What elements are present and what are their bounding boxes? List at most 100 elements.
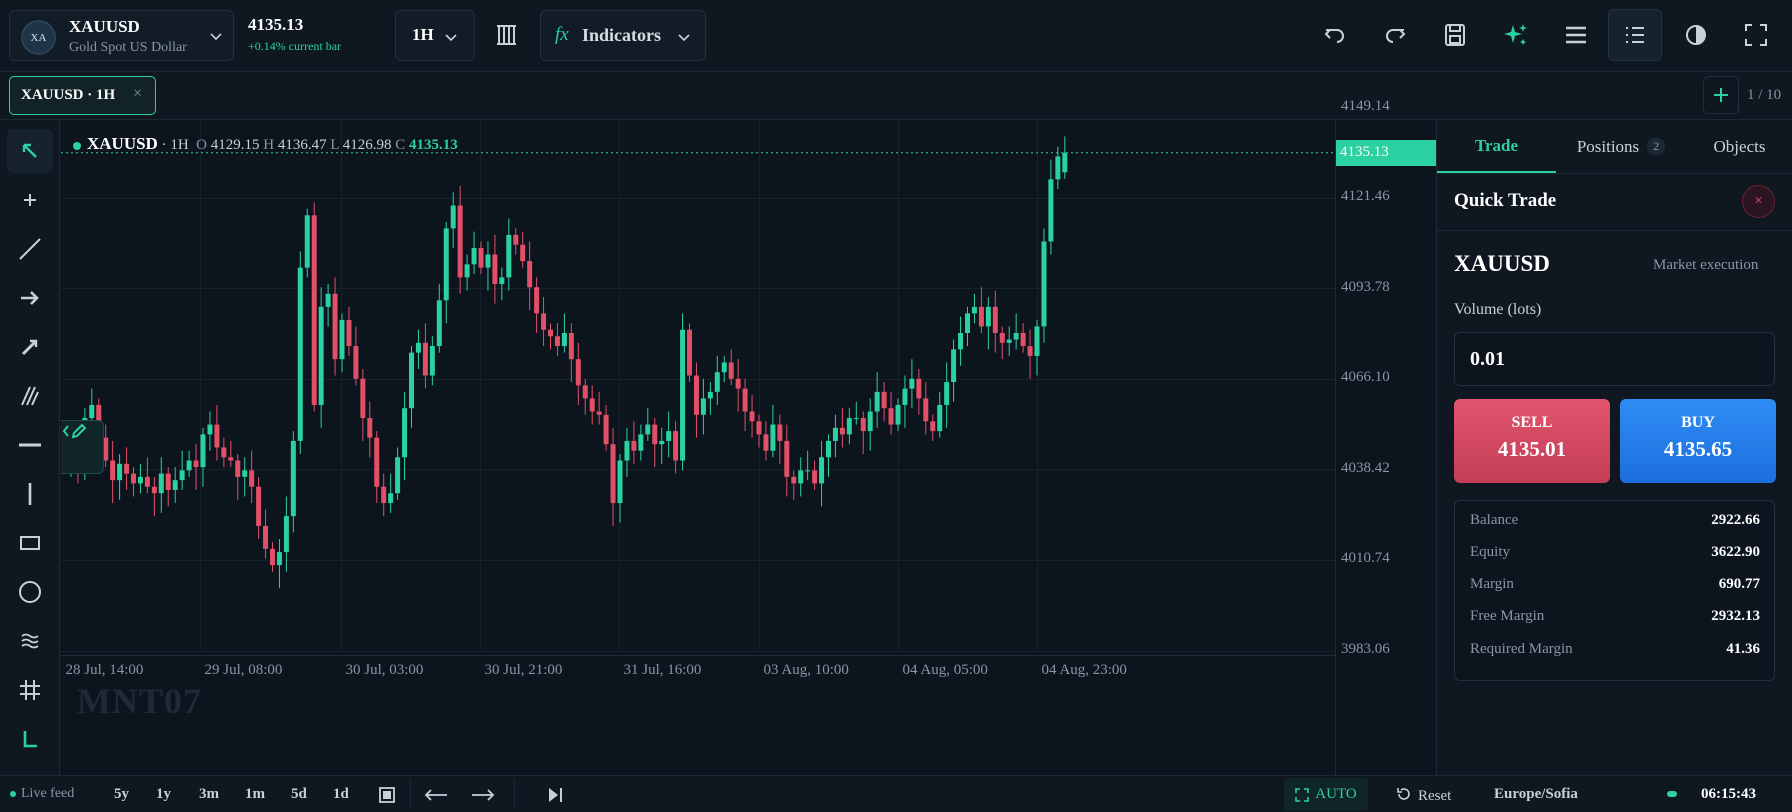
candle-body bbox=[144, 476, 150, 487]
buy-label: BUY bbox=[1681, 414, 1715, 431]
arrow-icon[interactable] bbox=[7, 276, 53, 320]
timezone-selector[interactable]: Europe/Sofia bbox=[1494, 786, 1578, 803]
candle-body bbox=[888, 408, 894, 425]
chevron-down-icon bbox=[445, 34, 457, 42]
symbol-avatar: XA bbox=[21, 20, 56, 55]
indicators-button[interactable]: fx Indicators bbox=[540, 10, 706, 61]
candle-body bbox=[687, 329, 692, 376]
candle-body bbox=[89, 404, 95, 419]
grid-icon[interactable] bbox=[7, 668, 53, 712]
candle-body bbox=[193, 460, 199, 468]
account-row-equity: Equity 3622.90 bbox=[1470, 544, 1760, 568]
candle-body bbox=[895, 404, 901, 425]
symbol-selector[interactable]: XA XAUUSD Gold Spot US Dollar bbox=[9, 10, 234, 61]
candle-body bbox=[339, 319, 345, 360]
list-icon[interactable] bbox=[1608, 9, 1662, 61]
add-tab-button[interactable] bbox=[1703, 76, 1739, 114]
candle-body bbox=[617, 460, 623, 504]
candle-body bbox=[638, 434, 644, 451]
theme-icon[interactable] bbox=[1681, 20, 1711, 50]
candle-body bbox=[283, 516, 289, 553]
candle-body bbox=[520, 244, 526, 262]
horizontal-line-icon[interactable] bbox=[7, 423, 53, 467]
redo-icon[interactable] bbox=[1380, 20, 1410, 50]
drawing-panel-toggle[interactable] bbox=[61, 420, 104, 474]
candle-body bbox=[436, 300, 442, 347]
candle-body bbox=[603, 414, 609, 445]
circle-icon[interactable] bbox=[7, 570, 53, 614]
cursor-icon[interactable] bbox=[7, 129, 53, 173]
tab-objects[interactable]: Objects bbox=[1686, 120, 1792, 173]
save-icon[interactable] bbox=[1440, 20, 1470, 50]
range-1d[interactable]: 1d bbox=[333, 786, 349, 803]
auto-scale-icon bbox=[1295, 787, 1310, 802]
candle-body bbox=[951, 349, 957, 383]
candle-body bbox=[311, 215, 317, 405]
tab-positions[interactable]: Positions 2 bbox=[1556, 120, 1686, 173]
range-1m[interactable]: 1m bbox=[245, 786, 265, 803]
range-5d[interactable]: 5d bbox=[291, 786, 307, 803]
crosshair-icon[interactable] bbox=[7, 178, 53, 222]
price-tick: 4066.10 bbox=[1341, 369, 1390, 386]
undo-icon[interactable] bbox=[1320, 20, 1350, 50]
candle-body bbox=[360, 378, 366, 419]
candle-body bbox=[707, 391, 713, 399]
candle-body bbox=[874, 391, 880, 412]
sparkle-icon[interactable] bbox=[1501, 20, 1531, 50]
chart-tab[interactable]: XAUUSD · 1H × bbox=[9, 76, 156, 115]
close-tab-icon[interactable]: × bbox=[133, 85, 142, 103]
measure-icon[interactable] bbox=[7, 717, 53, 761]
range-3m[interactable]: 3m bbox=[199, 786, 219, 803]
reset-button[interactable]: Reset bbox=[1396, 786, 1451, 805]
candle-body bbox=[221, 447, 227, 458]
price-axis[interactable]: 4135.13 4149.14 4121.46 4093.78 4066.10 4038… bbox=[1335, 98, 1437, 775]
indicators-label: Indicators bbox=[582, 25, 662, 45]
candle-body bbox=[137, 476, 143, 484]
candle-body bbox=[527, 261, 533, 288]
tab-trade[interactable]: Trade bbox=[1437, 120, 1556, 173]
scroll-right-icon[interactable] bbox=[470, 786, 496, 804]
candle-body bbox=[721, 362, 727, 373]
price-chart[interactable]: 28 Jul, 14:00 29 Jul, 08:00 30 Jul, 03:00 3… bbox=[61, 120, 1335, 775]
candle-body bbox=[270, 548, 275, 566]
close-icon[interactable]: × bbox=[1742, 185, 1775, 218]
vertical-line-icon[interactable] bbox=[7, 472, 53, 516]
range-1y[interactable]: 1y bbox=[156, 786, 171, 803]
go-to-latest-icon[interactable] bbox=[545, 785, 565, 805]
bottom-bar: Live feed 5y 1y 3m 1m 5d 1d AUTO Reset E… bbox=[0, 775, 1792, 812]
candle-body bbox=[186, 460, 192, 471]
candlestick-chart[interactable]: 28 Jul, 14:00 29 Jul, 08:00 30 Jul, 03:00 3… bbox=[61, 120, 1335, 775]
candle-body bbox=[165, 473, 171, 490]
candle-body bbox=[624, 440, 630, 461]
date-range-icon[interactable] bbox=[378, 786, 396, 804]
timeframe-selector[interactable]: 1H bbox=[395, 10, 475, 61]
candle-body bbox=[256, 486, 262, 526]
auto-scale-button[interactable]: AUTO bbox=[1284, 778, 1368, 811]
candle-body bbox=[839, 427, 845, 435]
connection-indicator bbox=[1667, 791, 1677, 797]
candle-body bbox=[777, 424, 783, 441]
fullscreen-icon[interactable] bbox=[1741, 20, 1771, 50]
candle-body bbox=[700, 398, 706, 415]
rectangle-icon[interactable] bbox=[7, 521, 53, 565]
range-5y[interactable]: 5y bbox=[114, 786, 129, 803]
tab-count: 1 / 10 bbox=[1747, 87, 1782, 103]
current-price: 4135.13 bbox=[248, 15, 304, 34]
legend-o-label: O bbox=[196, 137, 208, 153]
candle-body bbox=[881, 391, 887, 409]
sell-button[interactable]: SELL 4135.01 bbox=[1454, 399, 1610, 483]
volume-input[interactable] bbox=[1454, 332, 1775, 386]
candle-body bbox=[589, 398, 595, 412]
buy-button[interactable]: BUY 4135.65 bbox=[1620, 399, 1776, 483]
trend-line-icon[interactable] bbox=[7, 227, 53, 271]
menu-icon[interactable] bbox=[1561, 20, 1591, 50]
price-tick: 4038.42 bbox=[1341, 459, 1390, 476]
account-value: 2932.13 bbox=[1711, 608, 1760, 624]
top-toolbar: XA XAUUSD Gold Spot US Dollar 4135.13 +0… bbox=[0, 0, 1792, 72]
scroll-left-icon[interactable] bbox=[423, 786, 449, 804]
chart-tabs-row: XAUUSD · 1H × 1 / 10 bbox=[0, 72, 1792, 120]
fib-icon[interactable] bbox=[7, 619, 53, 663]
ray-icon[interactable] bbox=[7, 325, 53, 369]
bar-style-icon[interactable] bbox=[494, 22, 520, 48]
parallel-channel-icon[interactable] bbox=[7, 374, 53, 418]
